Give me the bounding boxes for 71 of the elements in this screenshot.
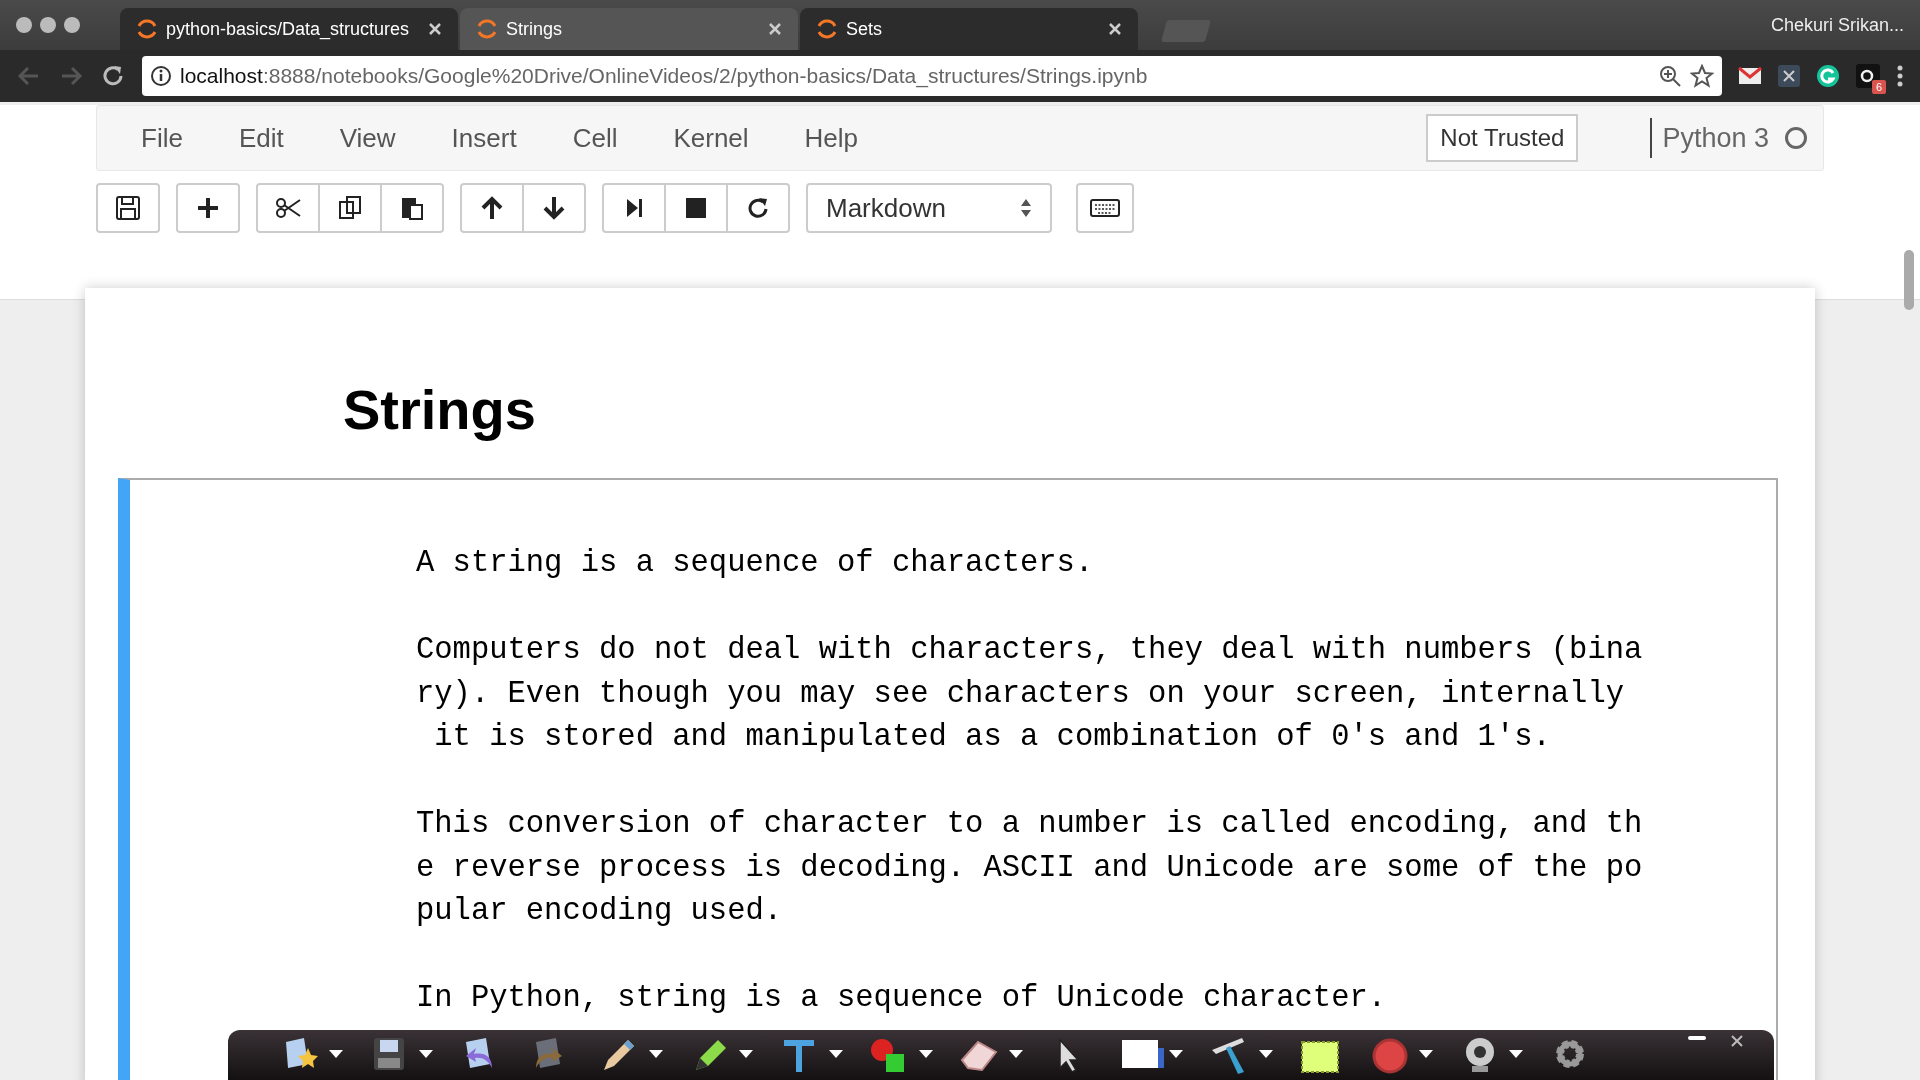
- spinner-icon: [816, 18, 838, 40]
- menu-item[interactable]: Insert: [423, 118, 545, 158]
- dropdown-caret-icon[interactable]: [1508, 1049, 1524, 1059]
- menu-item[interactable]: Kernel: [645, 118, 777, 158]
- text-line: A string is a sequence of characters.: [416, 545, 1095, 582]
- text-line: pular encoding used.: [416, 893, 784, 930]
- spinner-icon: [136, 18, 158, 40]
- keyboard-button[interactable]: [1076, 183, 1134, 233]
- save-icon: [114, 194, 142, 222]
- plus-button[interactable]: [176, 183, 240, 233]
- dropdown-caret-icon[interactable]: [738, 1049, 754, 1059]
- step-forward-button[interactable]: [602, 183, 666, 233]
- scrollbar-thumb[interactable]: [1904, 250, 1914, 310]
- close-icon[interactable]: [1108, 22, 1122, 36]
- text-line: it is stored and manipulated as a combination of 0's and 1's.: [433, 719, 1552, 756]
- dropdown-caret-icon[interactable]: [328, 1049, 344, 1059]
- dropdown-caret-icon[interactable]: [1258, 1049, 1274, 1059]
- mail-icon[interactable]: [1738, 66, 1762, 86]
- text-line: In Python, string is a sequence of Unicode character.: [416, 980, 1388, 1017]
- not-trusted-button[interactable]: Not Trusted: [1426, 114, 1579, 162]
- menu-item[interactable]: Help: [776, 118, 887, 158]
- close-icon[interactable]: [428, 22, 442, 36]
- url-text: localhost:8888/notebooks/Google%20Drive/OnlineVideos/2/python-basics/Data_structures/Strings.ipynb: [180, 63, 1149, 90]
- x-icon[interactable]: [1778, 65, 1800, 87]
- minimize-icon[interactable]: [1688, 1034, 1706, 1042]
- badge-count: 6: [1871, 80, 1886, 94]
- browser-tab[interactable]: python-basics/Data_structures: [120, 8, 458, 50]
- menu-item[interactable]: Edit: [210, 118, 312, 158]
- dropdown-caret-icon[interactable]: [1008, 1049, 1024, 1059]
- text-line: e reverse process is decoding. ASCII and Unicode are some of the po: [416, 849, 1644, 887]
- text-line: ry). Even though you may see characters on your screen, internally: [416, 675, 1625, 713]
- cell-type-dropdown[interactable]: Markdown: [806, 183, 1052, 233]
- dropdown-caret-icon[interactable]: [918, 1049, 934, 1059]
- text-line: This conversion of character to a number is called encoding, and th: [416, 806, 1644, 843]
- close-icon[interactable]: [768, 22, 782, 36]
- more-icon[interactable]: [1896, 64, 1904, 88]
- up-arrow-button[interactable]: [460, 183, 524, 233]
- g-circle-icon[interactable]: [1816, 64, 1840, 88]
- updown-caret-icon: [1020, 197, 1032, 219]
- reload-button[interactable]: [726, 183, 790, 233]
- window-control-icon[interactable]: [16, 17, 32, 33]
- address-bar[interactable]: localhost:8888/notebooks/Google%20Drive/OnlineVideos/2/python-basics/Data_structures/Strings.ipynb: [142, 56, 1722, 96]
- down-arrow-button[interactable]: [522, 183, 586, 233]
- info-icon: [150, 65, 172, 87]
- zoom-icon[interactable]: [1658, 64, 1682, 88]
- window-control-icon[interactable]: [40, 17, 56, 33]
- copy-button[interactable]: [318, 183, 382, 233]
- profile-name[interactable]: Chekuri Srikan...: [1770, 11, 1904, 39]
- keyboard-icon: [1090, 199, 1120, 217]
- stop-button[interactable]: [664, 183, 728, 233]
- close-icon[interactable]: [1730, 1034, 1744, 1048]
- copy-icon: [336, 194, 364, 222]
- browser-tab[interactable]: Sets: [800, 8, 1138, 50]
- kernel-name: Python 3: [1650, 117, 1769, 159]
- browser-tab[interactable]: Strings: [460, 8, 798, 50]
- text-line: Computers do not deal with characters, they deal with numbers (bina: [416, 632, 1644, 669]
- spinner-icon: [476, 18, 498, 40]
- dropdown-caret-icon[interactable]: [828, 1049, 844, 1059]
- dropdown-caret-icon[interactable]: [648, 1049, 664, 1059]
- dropdown-caret-icon[interactable]: [1418, 1049, 1434, 1059]
- save-button[interactable]: [96, 183, 160, 233]
- dropdown-caret-icon[interactable]: [1168, 1049, 1184, 1059]
- paste-button[interactable]: [380, 183, 444, 233]
- window-control-icon[interactable]: [64, 17, 80, 33]
- heading: Strings: [343, 377, 537, 443]
- menu-item[interactable]: View: [311, 118, 424, 158]
- star-icon[interactable]: [1690, 64, 1714, 88]
- scissors-button[interactable]: [256, 183, 320, 233]
- menu-item[interactable]: File: [113, 118, 211, 158]
- menu-item[interactable]: Cell: [544, 118, 646, 158]
- dropdown-caret-icon[interactable]: [418, 1049, 434, 1059]
